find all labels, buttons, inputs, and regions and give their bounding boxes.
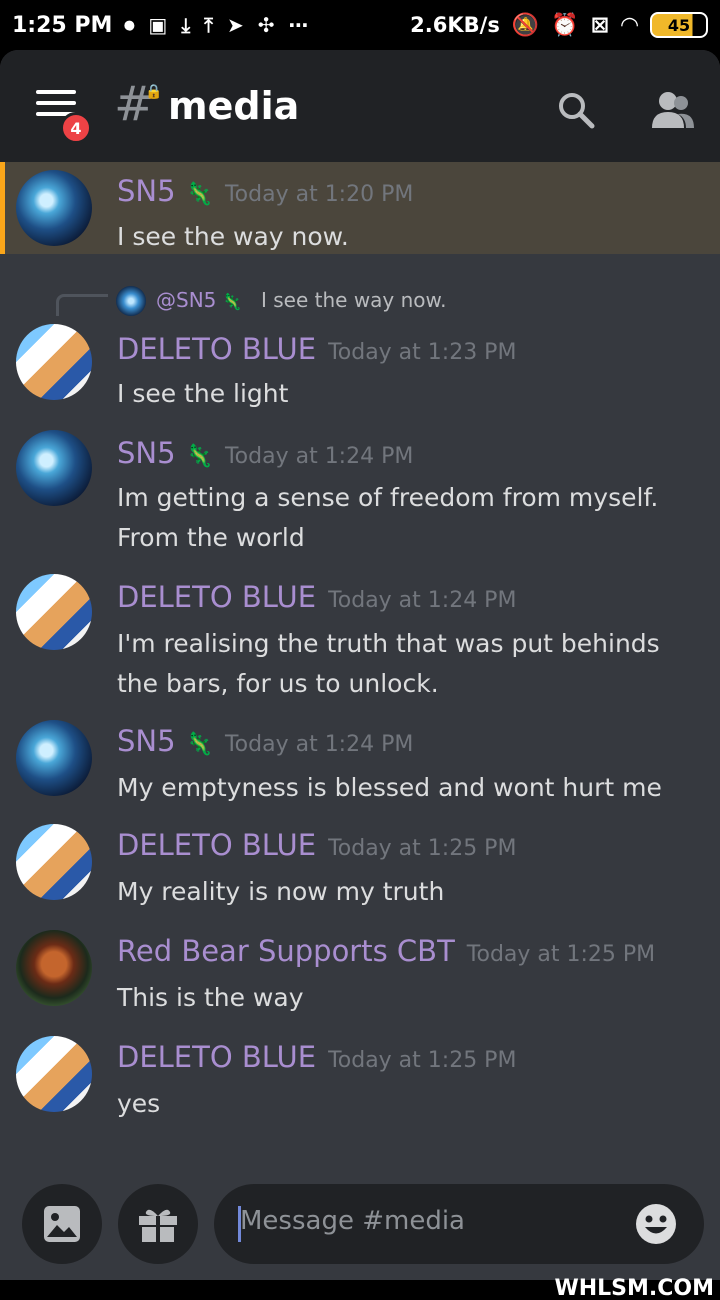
- battery-icon: 45: [650, 12, 708, 38]
- download-icon: ⤓: [181, 13, 191, 37]
- channel-title: media: [168, 84, 300, 128]
- message-text: Im getting a sense of freedom from mysel…: [117, 483, 659, 552]
- timestamp: Today at 1:24 PM: [224, 732, 414, 757]
- play-icon: ⏺: [124, 13, 135, 37]
- status-time: 1:25 PM: [12, 12, 113, 38]
- message-item[interactable]: DELETO BLUE Today at 1:23 PM I see the li…: [0, 324, 720, 424]
- timestamp: Today at 1:25 PM: [328, 836, 517, 861]
- status-bar: 1:25 PM ⏺ ▣ ⤓ ⤒ ➤ ✣ ⋯ 2.6KB/s 🔕 ⏰ ⊠ ◠ 45: [0, 0, 720, 50]
- reply-connector: [56, 294, 108, 316]
- lizard-icon: 🦎: [222, 292, 243, 311]
- reply-author: @SN5 🦎: [156, 288, 242, 312]
- message-item[interactable]: DELETO BLUE Today at 1:25 PM yes: [0, 1034, 720, 1134]
- avatar[interactable]: [16, 574, 92, 650]
- message-text: I'm realising the truth that was put beh…: [117, 629, 660, 698]
- lock-icon: 🔒: [145, 84, 163, 100]
- message-text: I see the way now.: [117, 222, 349, 251]
- message-text: I see the light: [117, 379, 289, 408]
- channel-header: 4 # 🔒 media: [0, 50, 720, 162]
- message-text: My emptyness is blessed and wont hurt me: [117, 773, 662, 802]
- message-item[interactable]: Red Bear Supports CBT Today at 1:25 PM Th…: [0, 928, 720, 1028]
- message-item[interactable]: SN5 🦎 Today at 1:24 PM My emptyness is ble…: [0, 718, 720, 818]
- username[interactable]: SN5: [117, 724, 176, 758]
- sim-icon: ⊠: [590, 12, 610, 38]
- username[interactable]: Red Bear Supports CBT: [117, 934, 455, 968]
- message-header: DELETO BLUE Today at 1:23 PM: [117, 332, 516, 366]
- message-item[interactable]: DELETO BLUE Today at 1:25 PM My reality i…: [0, 822, 720, 922]
- composer-bar: Message #media: [0, 1172, 720, 1280]
- avatar[interactable]: [16, 324, 92, 400]
- avatar[interactable]: [16, 824, 92, 900]
- avatar[interactable]: [16, 170, 92, 246]
- timestamp: Today at 1:24 PM: [224, 444, 414, 469]
- username[interactable]: SN5: [117, 436, 176, 470]
- message-input[interactable]: Message #media: [214, 1184, 704, 1264]
- message-header: DELETO BLUE Today at 1:25 PM: [117, 1040, 516, 1074]
- username[interactable]: DELETO BLUE: [117, 1040, 316, 1074]
- bell-off-icon: 🔕: [511, 12, 540, 38]
- avatar[interactable]: [16, 930, 92, 1006]
- discord-app: 4 # 🔒 media SN5 🦎 Today at 1:20 PM I see t…: [0, 50, 720, 1280]
- message-item[interactable]: DELETO BLUE Today at 1:24 PM I'm realisin…: [0, 572, 720, 702]
- message-header: SN5 🦎 Today at 1:24 PM: [117, 724, 413, 758]
- message-header: SN5 🦎 Today at 1:20 PM: [117, 174, 413, 208]
- emoji-icon[interactable]: [634, 1202, 678, 1246]
- timestamp: Today at 1:25 PM: [328, 1048, 517, 1073]
- timestamp: Today at 1:20 PM: [224, 182, 414, 207]
- message-placeholder: Message #media: [240, 1206, 465, 1236]
- search-icon[interactable]: [556, 90, 596, 130]
- lizard-icon: 🦎: [185, 732, 213, 757]
- message-header: SN5 🦎 Today at 1:24 PM: [117, 436, 413, 470]
- username[interactable]: SN5: [117, 174, 176, 208]
- wifi-icon: ◠: [621, 12, 638, 38]
- reply-preview: I see the way now.: [261, 288, 447, 312]
- status-notification-icons: ⏺ ▣ ⤓ ⤒ ➤ ✣ ⋯: [124, 13, 308, 37]
- message-item[interactable]: SN5 🦎 Today at 1:20 PM I see the way now.: [0, 162, 720, 254]
- image-icon: [44, 1206, 80, 1242]
- lizard-icon: 🦎: [185, 182, 213, 207]
- gift-button[interactable]: [118, 1184, 198, 1264]
- message-text: My reality is now my truth: [117, 877, 445, 906]
- alarm-icon: ⏰: [551, 12, 579, 38]
- members-icon[interactable]: [648, 90, 696, 130]
- username[interactable]: DELETO BLUE: [117, 828, 316, 862]
- image-upload-button[interactable]: [22, 1184, 102, 1264]
- message-text: yes: [117, 1089, 161, 1118]
- message-list: SN5 🦎 Today at 1:20 PM I see the way now. …: [0, 162, 720, 1172]
- message-item[interactable]: SN5 🦎 Today at 1:24 PM Im getting a sense …: [0, 430, 720, 560]
- net-speed: 2.6KB/s: [410, 13, 500, 37]
- reply-author-name: @SN5: [156, 288, 217, 312]
- timestamp: Today at 1:23 PM: [328, 340, 517, 365]
- lizard-icon: 🦎: [185, 444, 213, 469]
- app-icon: ▣: [148, 13, 168, 37]
- watermark: WHLSM.COM: [554, 1276, 714, 1300]
- avatar[interactable]: [16, 430, 92, 506]
- more-icon: ⋯: [288, 13, 309, 37]
- fan-icon: ✣: [257, 13, 275, 37]
- message-header: Red Bear Supports CBT Today at 1:25 PM: [117, 934, 655, 968]
- timestamp: Today at 1:25 PM: [466, 942, 656, 967]
- notification-badge: 4: [60, 112, 92, 144]
- cursor-icon: ➤: [227, 13, 244, 37]
- gift-icon: [139, 1209, 177, 1242]
- timestamp: Today at 1:24 PM: [328, 588, 517, 613]
- username[interactable]: DELETO BLUE: [117, 332, 316, 366]
- upload-icon: ⤒: [204, 13, 213, 37]
- avatar[interactable]: [16, 1036, 92, 1112]
- message-header: DELETO BLUE Today at 1:24 PM: [117, 580, 516, 614]
- username[interactable]: DELETO BLUE: [117, 580, 316, 614]
- avatar[interactable]: [16, 720, 92, 796]
- reply-avatar: [116, 286, 146, 316]
- message-header: DELETO BLUE Today at 1:25 PM: [117, 828, 516, 862]
- message-text: This is the way: [117, 983, 304, 1012]
